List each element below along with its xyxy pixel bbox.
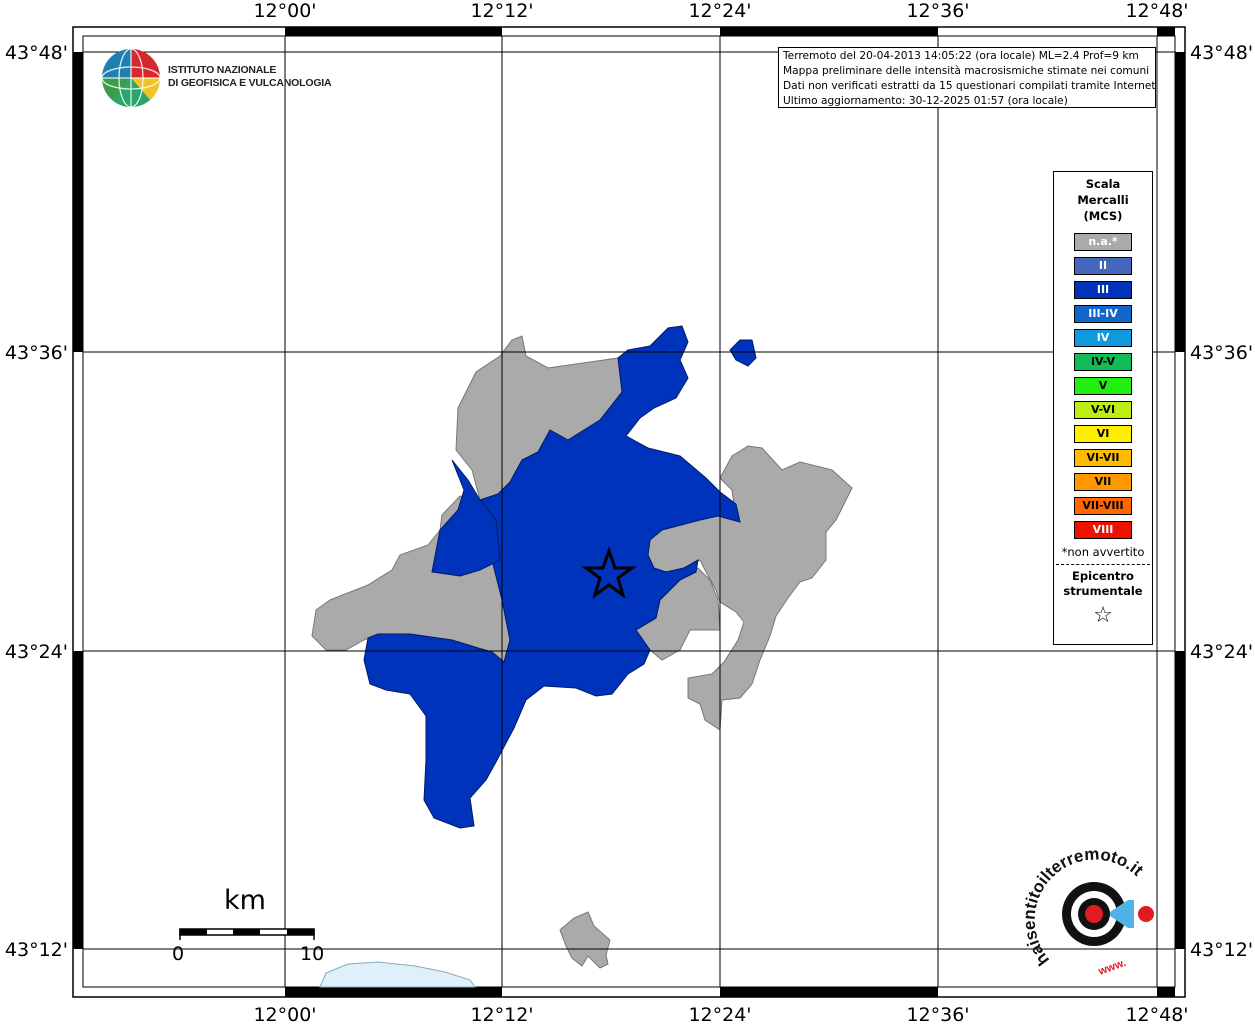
legend-title-line: Mercalli xyxy=(1077,193,1129,207)
scale-start: 0 xyxy=(172,943,185,965)
bottom-label: 12°24' xyxy=(688,1004,751,1024)
legend-swatch: n.a.* xyxy=(1074,233,1132,251)
top-label: 12°24' xyxy=(688,0,751,22)
legend-swatch: II xyxy=(1074,257,1132,275)
legend-swatch: III xyxy=(1074,281,1132,299)
legend-title-line: (MCS) xyxy=(1083,209,1123,223)
bottom-label: 12°00' xyxy=(253,1004,316,1024)
top-label: 12°36' xyxy=(906,0,969,22)
legend-swatch: IV xyxy=(1074,329,1132,347)
event-info-line: Mappa preliminare delle intensità macros… xyxy=(783,65,1150,77)
left-label: 43°12' xyxy=(5,939,68,961)
left-label: 43°36' xyxy=(5,342,68,364)
legend-swatch: VIII xyxy=(1074,521,1132,539)
bottom-label: 12°12' xyxy=(470,1004,533,1024)
legend-star-icon: ☆ xyxy=(1093,603,1113,628)
legend-epicenter-line: Epicentro xyxy=(1072,569,1134,583)
bottom-label: 12°36' xyxy=(906,1004,969,1024)
ingv-globe-logo xyxy=(101,48,161,108)
legend-swatch-list: n.a.* II III III-IV IV IV-V V V-VI VI VI-VII VII VI… xyxy=(1054,233,1152,539)
top-label: 12°12' xyxy=(470,0,533,22)
legend-swatch: V xyxy=(1074,377,1132,395)
right-label: 43°12' xyxy=(1190,939,1253,961)
legend-swatch: IV-V xyxy=(1074,353,1132,371)
legend-swatch: III-IV xyxy=(1074,305,1132,323)
legend-swatch: VII xyxy=(1074,473,1132,491)
ingv-line2: DI GEOFISICA E VULCANOLOGIA xyxy=(168,77,332,89)
right-label: 43°36' xyxy=(1190,342,1253,364)
scale-end: 10 xyxy=(300,943,325,965)
right-label: 43°24' xyxy=(1190,641,1253,663)
legend-note: *non avvertito xyxy=(1061,545,1145,559)
mcs-legend: Scala Mercalli (MCS) n.a.* II III III-IV IV I… xyxy=(1053,171,1153,645)
legend-epicenter-title: Epicentro strumentale xyxy=(1054,569,1152,599)
top-label: 12°00' xyxy=(253,0,316,22)
ingv-line1: ISTITUTO NAZIONALE xyxy=(168,64,277,76)
legend-title: Scala Mercalli (MCS) xyxy=(1054,176,1152,224)
top-label: 12°48' xyxy=(1125,0,1188,22)
left-label: 43°24' xyxy=(5,641,68,663)
legend-swatch: VI xyxy=(1074,425,1132,443)
legend-epicenter-line: strumentale xyxy=(1063,584,1143,598)
legend-swatch: VII-VIII xyxy=(1074,497,1132,515)
legend-separator xyxy=(1056,564,1150,565)
event-info-line: Terremoto del 20-04-2013 14:05:22 (ora l… xyxy=(783,50,1139,62)
legend-swatch: VI-VII xyxy=(1074,449,1132,467)
scale-unit: km xyxy=(224,885,266,916)
event-info-line: Ultimo aggiornamento: 30-12-2025 01:57 (… xyxy=(783,95,1068,107)
right-label: 43°48' xyxy=(1190,42,1253,64)
legend-title-line: Scala xyxy=(1085,177,1121,191)
legend-swatch: V-VI xyxy=(1074,401,1132,419)
bottom-label: 12°48' xyxy=(1125,1004,1188,1024)
event-info-line: Dati non verificati estratti da 15 quest… xyxy=(783,80,1156,92)
ingv-logo-text: ISTITUTO NAZIONALE DI GEOFISICA E VULCAN… xyxy=(168,64,332,90)
left-label: 43°48' xyxy=(5,42,68,64)
event-info-box: Terremoto del 20-04-2013 14:05:22 (ora l… xyxy=(778,47,1156,108)
